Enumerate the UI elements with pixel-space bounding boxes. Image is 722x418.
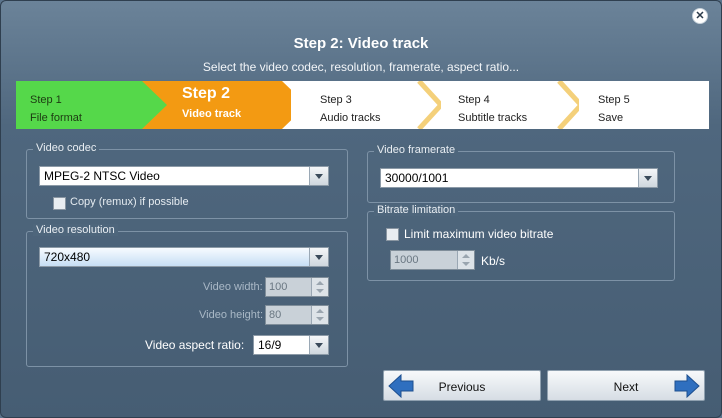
video-codec-select[interactable]: MPEG-2 NTSC Video <box>39 166 329 186</box>
spin-buttons[interactable] <box>311 306 328 324</box>
video-framerate-group-title: Video framerate <box>374 144 459 156</box>
step-5[interactable]: Step 5 Save <box>569 81 709 129</box>
step-2-label: Video track <box>182 108 242 120</box>
chevron-down-icon[interactable] <box>309 336 328 354</box>
chevron-down-icon[interactable] <box>309 167 328 185</box>
next-label: Next <box>613 380 639 394</box>
video-resolution-group-title: Video resolution <box>33 224 118 236</box>
step-5-number: Step 5 <box>598 94 630 106</box>
step-bar: Step 1 File format Step 2 Video track Step… <box>16 81 709 129</box>
video-framerate-value: 30000/1001 <box>385 171 449 185</box>
step-1-number: Step 1 <box>30 94 62 106</box>
limit-bitrate-label: Limit maximum video bitrate <box>404 227 554 241</box>
chevron-down-icon[interactable] <box>638 169 657 187</box>
video-height-input[interactable]: 80 <box>265 305 329 325</box>
step-5-label: Save <box>598 112 624 124</box>
dialog-subtitle: Select the video codec, resolution, fram… <box>202 60 520 74</box>
previous-button[interactable]: Previous <box>383 370 541 401</box>
previous-label: Previous <box>438 380 486 394</box>
step-3-label: Audio tracks <box>320 112 381 124</box>
close-icon[interactable]: ✕ <box>692 8 708 24</box>
video-codec-value: MPEG-2 NTSC Video <box>44 169 160 183</box>
bitrate-group-title: Bitrate limitation <box>374 204 459 216</box>
video-framerate-select[interactable]: 30000/1001 <box>380 168 658 188</box>
video-aspect-value: 16/9 <box>258 338 282 352</box>
video-resolution-group: Video resolution 720x480 Video width: 10… <box>26 224 348 367</box>
step-2-number: Step 2 <box>182 85 231 102</box>
video-aspect-select[interactable]: 16/9 <box>253 335 329 355</box>
video-width-value: 100 <box>269 281 288 293</box>
spin-buttons[interactable] <box>457 251 474 269</box>
bitrate-group: Bitrate limitation Limit maximum video b… <box>367 204 675 281</box>
spin-buttons[interactable] <box>311 278 328 296</box>
step-1-label: File format <box>30 112 82 124</box>
video-width-input[interactable]: 100 <box>265 277 329 297</box>
chevron-down-icon[interactable] <box>309 248 328 266</box>
video-framerate-group: Video framerate 30000/1001 <box>367 144 675 203</box>
step-4[interactable]: Step 4 Subtitle tracks <box>429 81 579 129</box>
step-4-label: Subtitle tracks <box>458 112 528 124</box>
video-height-value: 80 <box>269 309 282 321</box>
bitrate-unit: Kb/s <box>481 254 506 268</box>
video-aspect-label: Video aspect ratio: <box>145 338 245 352</box>
video-resolution-value: 720x480 <box>44 250 91 264</box>
video-codec-group: Video codec MPEG-2 NTSC Video Copy (remu… <box>26 142 348 219</box>
wizard-dialog: ✕ Step 2: Video track Select the video c… <box>0 0 722 418</box>
next-button[interactable]: Next <box>547 370 705 401</box>
copy-remux-label: Copy (remux) if possible <box>70 196 189 208</box>
bitrate-input[interactable]: 1000 <box>390 250 475 270</box>
video-width-label: Video width: <box>203 281 263 293</box>
step-3[interactable]: Step 3 Audio tracks <box>291 81 441 129</box>
copy-remux-checkbox[interactable] <box>53 197 66 210</box>
step-2[interactable]: Step 2 Video track <box>142 81 307 129</box>
bitrate-value: 1000 <box>394 254 419 266</box>
video-resolution-select[interactable]: 720x480 <box>39 247 329 267</box>
limit-bitrate-checkbox[interactable] <box>386 228 399 241</box>
video-codec-group-title: Video codec <box>33 142 100 154</box>
step-4-number: Step 4 <box>458 94 490 106</box>
dialog-title: Step 2: Video track <box>293 35 429 52</box>
video-height-label: Video height: <box>199 309 264 321</box>
step-3-number: Step 3 <box>320 94 352 106</box>
